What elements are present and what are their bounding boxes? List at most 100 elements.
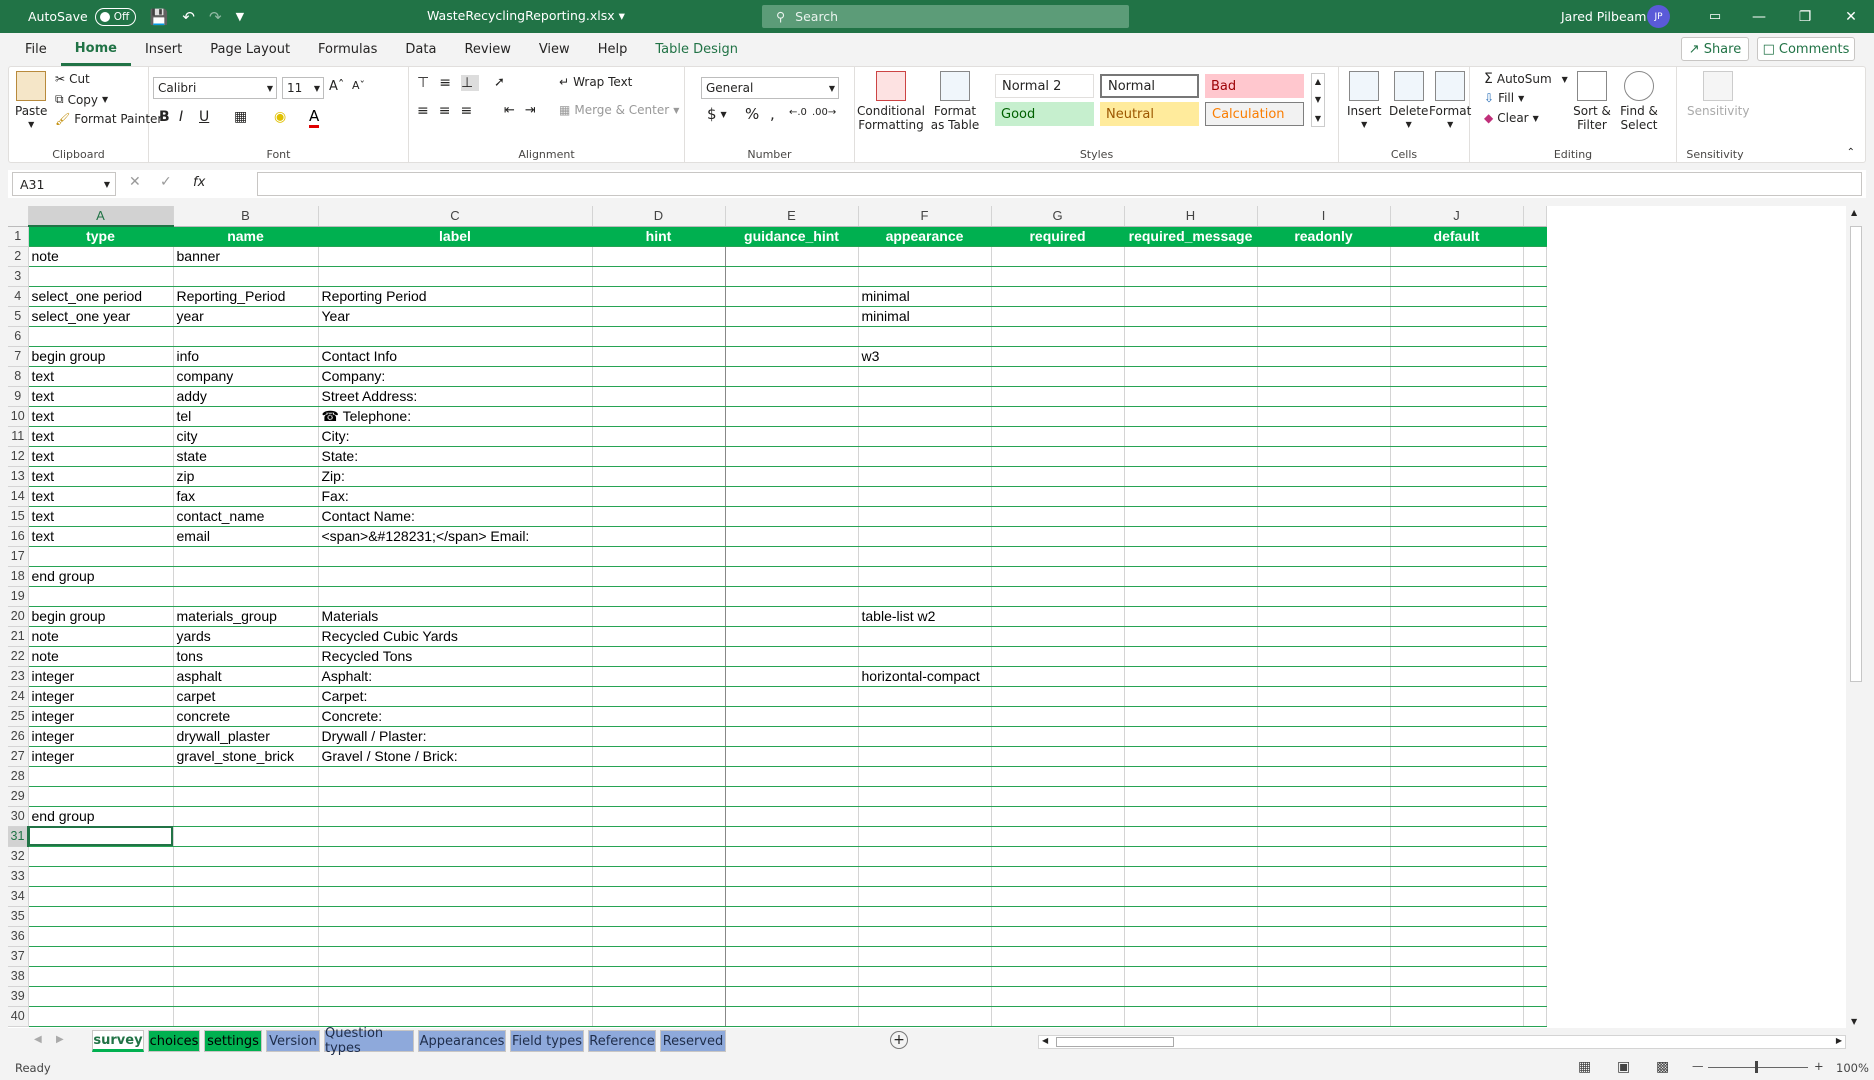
- cell-d12[interactable]: [592, 446, 726, 467]
- cell-g7[interactable]: [991, 346, 1125, 367]
- cell-overflow[interactable]: [1523, 346, 1547, 367]
- cell-c14[interactable]: Fax:: [318, 486, 593, 507]
- vertical-scroll-thumb[interactable]: [1850, 226, 1862, 682]
- cell-g12[interactable]: [991, 446, 1125, 467]
- cell-i14[interactable]: [1257, 486, 1391, 507]
- cell-i34[interactable]: [1257, 886, 1391, 907]
- cell-h35[interactable]: [1124, 906, 1258, 927]
- cell-c10[interactable]: ☎ Telephone:: [318, 406, 593, 427]
- cell-f25[interactable]: [858, 706, 992, 727]
- cell-h13[interactable]: [1124, 466, 1258, 487]
- row-header[interactable]: 34: [8, 886, 29, 907]
- cell-h6[interactable]: [1124, 326, 1258, 347]
- cell-c8[interactable]: Company:: [318, 366, 593, 387]
- cell-i2[interactable]: [1257, 246, 1391, 267]
- cell-i35[interactable]: [1257, 906, 1391, 927]
- cell-j26[interactable]: [1390, 726, 1524, 747]
- cell-j38[interactable]: [1390, 966, 1524, 987]
- cell-e39[interactable]: [725, 986, 859, 1007]
- cell-h34[interactable]: [1124, 886, 1258, 907]
- cell-j27[interactable]: [1390, 746, 1524, 767]
- underline-button[interactable]: U: [199, 109, 209, 125]
- cell-d28[interactable]: [592, 766, 726, 787]
- row-header[interactable]: 6: [8, 326, 29, 347]
- cell-e9[interactable]: [725, 386, 859, 407]
- row-header[interactable]: 26: [8, 726, 29, 747]
- cell-overflow[interactable]: [1523, 646, 1547, 667]
- cell-i8[interactable]: [1257, 366, 1391, 387]
- sheet-tab-reference[interactable]: Reference: [588, 1030, 656, 1052]
- cell-g35[interactable]: [991, 906, 1125, 927]
- column-header-j[interactable]: J: [1390, 206, 1524, 227]
- cell-g1[interactable]: required: [991, 226, 1125, 247]
- cell-a10[interactable]: text: [28, 406, 174, 427]
- cell-b23[interactable]: asphalt: [173, 666, 319, 687]
- cell-g21[interactable]: [991, 626, 1125, 647]
- cell-j31[interactable]: [1390, 826, 1524, 847]
- row-header[interactable]: 25: [8, 706, 29, 727]
- zoom-in-icon[interactable]: +: [1814, 1059, 1824, 1073]
- cell-b26[interactable]: drywall_plaster: [173, 726, 319, 747]
- cell-f6[interactable]: [858, 326, 992, 347]
- cell-e31[interactable]: [725, 826, 859, 847]
- cell-i19[interactable]: [1257, 586, 1391, 607]
- cell-j4[interactable]: [1390, 286, 1524, 307]
- cell-g2[interactable]: [991, 246, 1125, 267]
- cell-overflow[interactable]: [1523, 426, 1547, 447]
- cell-f8[interactable]: [858, 366, 992, 387]
- share-button[interactable]: ↗ Share: [1681, 37, 1749, 61]
- cell-f31[interactable]: [858, 826, 992, 847]
- cell-e8[interactable]: [725, 366, 859, 387]
- cell-j11[interactable]: [1390, 426, 1524, 447]
- style-calculation[interactable]: Calculation: [1205, 102, 1304, 126]
- row-header[interactable]: 5: [8, 306, 29, 327]
- cell-b33[interactable]: [173, 866, 319, 887]
- cell-g40[interactable]: [991, 1006, 1125, 1027]
- horizontal-align-buttons[interactable]: ≡ ≡ ≡: [417, 103, 478, 119]
- cell-i4[interactable]: [1257, 286, 1391, 307]
- cell-d26[interactable]: [592, 726, 726, 747]
- cell-e25[interactable]: [725, 706, 859, 727]
- cell-d14[interactable]: [592, 486, 726, 507]
- cell-i9[interactable]: [1257, 386, 1391, 407]
- cell-c3[interactable]: [318, 266, 593, 287]
- row-header[interactable]: 11: [8, 426, 29, 447]
- cell-i26[interactable]: [1257, 726, 1391, 747]
- percent-button[interactable]: %: [745, 105, 759, 123]
- cell-h27[interactable]: [1124, 746, 1258, 767]
- cell-j35[interactable]: [1390, 906, 1524, 927]
- format-as-table-button[interactable]: Format as Table: [927, 71, 983, 132]
- cell-a24[interactable]: integer: [28, 686, 174, 707]
- cell-b34[interactable]: [173, 886, 319, 907]
- cell-d9[interactable]: [592, 386, 726, 407]
- row-header[interactable]: 3: [8, 266, 29, 287]
- orientation-button[interactable]: ➚: [494, 75, 505, 90]
- cell-e15[interactable]: [725, 506, 859, 527]
- cell-h3[interactable]: [1124, 266, 1258, 287]
- cell-e10[interactable]: [725, 406, 859, 427]
- cell-b38[interactable]: [173, 966, 319, 987]
- cell-e4[interactable]: [725, 286, 859, 307]
- cell-e2[interactable]: [725, 246, 859, 267]
- column-header-g[interactable]: G: [991, 206, 1125, 227]
- cell-overflow[interactable]: [1523, 306, 1547, 327]
- ribbon-display-options-icon[interactable]: ▭: [1692, 0, 1738, 33]
- cell-d40[interactable]: [592, 1006, 726, 1027]
- row-header[interactable]: 16: [8, 526, 29, 547]
- cell-d4[interactable]: [592, 286, 726, 307]
- collapse-ribbon-icon[interactable]: ⌃: [1847, 147, 1855, 158]
- cell-e21[interactable]: [725, 626, 859, 647]
- cell-g32[interactable]: [991, 846, 1125, 867]
- cell-h18[interactable]: [1124, 566, 1258, 587]
- cell-e13[interactable]: [725, 466, 859, 487]
- cell-overflow[interactable]: [1523, 766, 1547, 787]
- cell-d6[interactable]: [592, 326, 726, 347]
- cell-overflow[interactable]: [1523, 466, 1547, 487]
- cell-f16[interactable]: [858, 526, 992, 547]
- cell-d7[interactable]: [592, 346, 726, 367]
- cell-b28[interactable]: [173, 766, 319, 787]
- cell-f26[interactable]: [858, 726, 992, 747]
- cell-e26[interactable]: [725, 726, 859, 747]
- cell-a18[interactable]: end group: [28, 566, 174, 587]
- scroll-up-icon[interactable]: ▲: [1851, 208, 1857, 217]
